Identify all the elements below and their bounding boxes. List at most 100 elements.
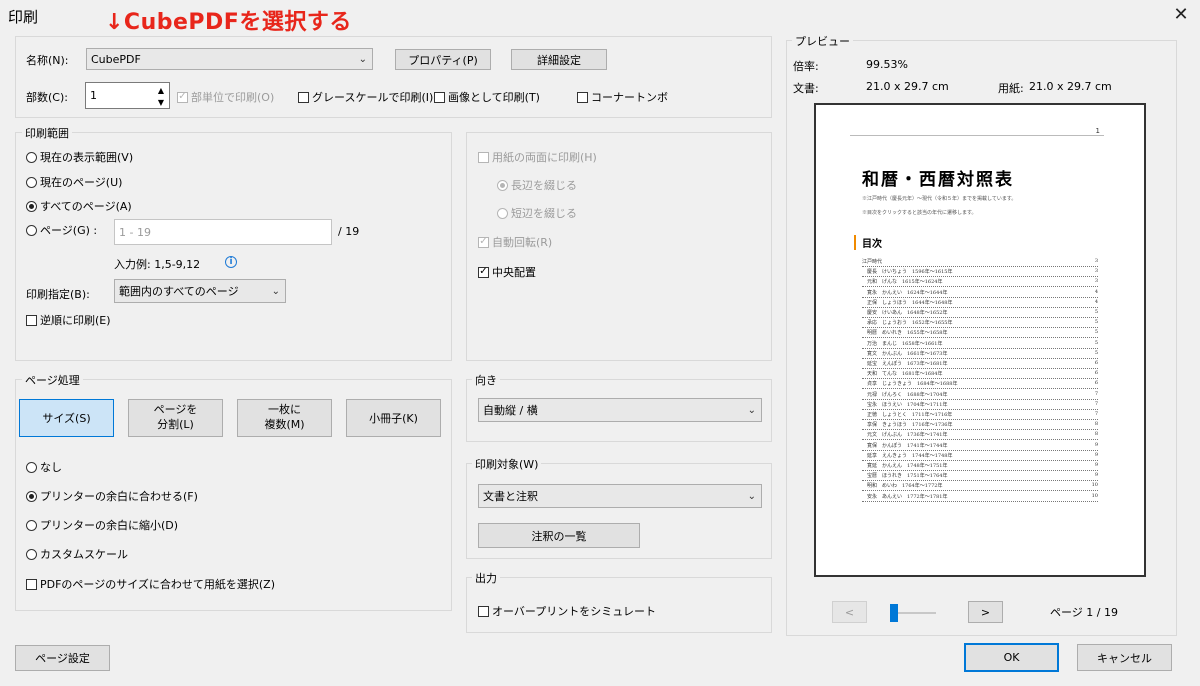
preview-toc-line: 慶安 けいあん 1648年～1652年 5 xyxy=(862,309,1098,318)
copies-stepper[interactable]: ▲ ▼ xyxy=(153,84,169,108)
printer-select[interactable]: CubePDF ⌄ xyxy=(86,48,373,70)
preview-toc-line: 万治 まんじ 1658年～1661年 5 xyxy=(862,340,1098,349)
preview-toc-page: 8 xyxy=(1094,431,1098,438)
preview-toc-page: 5 xyxy=(1094,309,1098,315)
reverse-label: 逆順に印刷(E) xyxy=(40,314,111,327)
simulate-overprint-checkbox[interactable]: オーバープリントをシミュレート xyxy=(478,603,656,619)
ok-button[interactable]: OK xyxy=(964,643,1059,672)
center-label: 中央配置 xyxy=(492,266,536,279)
pages-total: / 19 xyxy=(338,225,360,238)
range-current-page-radio[interactable]: 現在のページ(U) xyxy=(26,174,122,190)
preview-toc-text: 承応 じょうおう 1652年～1655年 xyxy=(862,320,953,327)
preview-toc-text: 明和 めいわ 1764年～1772年 xyxy=(862,483,943,490)
window-title: 印刷 xyxy=(8,8,39,26)
preview-toc-line: 承応 じょうおう 1652年～1655年 5 xyxy=(862,319,1098,329)
preview-toc-line: 延宝 えんぽう 1673年～1681年 6 xyxy=(862,360,1098,369)
collate-checkbox[interactable]: ✓ 部単位で印刷(O) xyxy=(177,89,274,105)
chevron-down-icon: ⌄ xyxy=(747,491,756,502)
preview-legend: プレビュー xyxy=(792,33,853,49)
preview-toc-page: 9 xyxy=(1094,441,1098,448)
prev-page-button[interactable]: < xyxy=(832,601,867,623)
as-image-checkbox[interactable]: 画像として印刷(T) xyxy=(434,89,540,105)
preview-toc-page: 8 xyxy=(1094,421,1098,428)
orientation-select[interactable]: 自動縦 / 横 ⌄ xyxy=(478,398,762,422)
preview-toc-text: 寛延 かんえん 1748年～1751年 xyxy=(862,463,948,469)
long-edge-radio[interactable]: 長辺を綴じる xyxy=(497,177,577,193)
grayscale-checkbox[interactable]: グレースケールで印刷(I) xyxy=(298,89,433,105)
scale-custom-radio[interactable]: カスタムスケール xyxy=(26,546,128,562)
info-icon[interactable]: i xyxy=(225,256,237,268)
preview-toc-page: 5 xyxy=(1094,329,1098,336)
pages-example: 入力例: 1,5-9,12 xyxy=(114,258,201,271)
preview-toc-page: 7 xyxy=(1094,400,1098,407)
document-size-label: 文書: xyxy=(793,82,819,95)
preview-toc-text: 享保 きょうほう 1716年～1736年 xyxy=(862,422,953,429)
preview-toc-page: 7 xyxy=(1094,390,1098,397)
document-size-value: 21.0 x 29.7 cm xyxy=(866,80,949,93)
page-setup-button[interactable]: ページ設定 xyxy=(15,645,110,671)
preview-toc-page: 3 xyxy=(1094,278,1098,285)
preview-toc-text: 慶安 けいあん 1648年～1652年 xyxy=(862,310,948,316)
reverse-checkbox[interactable]: 逆順に印刷(E) xyxy=(26,312,111,328)
scale-fit-label: プリンターの余白に合わせる(F) xyxy=(40,490,198,503)
booklet-button[interactable]: 小冊子(K) xyxy=(346,399,441,437)
range-current-view-radio[interactable]: 現在の表示範囲(V) xyxy=(26,149,133,165)
size-button[interactable]: サイズ(S) xyxy=(19,399,114,437)
both-sides-checkbox[interactable]: 用紙の両面に印刷(H) xyxy=(478,149,597,165)
scale-none-radio[interactable]: なし xyxy=(26,459,62,475)
preview-page: 1 和暦・西暦対照表 ※江戸時代（慶長元年）～現代（令和５年）までを掲載していま… xyxy=(814,103,1146,577)
print-content-value: 文書と注釈 xyxy=(483,490,538,503)
stepper-down-icon[interactable]: ▼ xyxy=(153,96,169,108)
preview-toc-page: 5 xyxy=(1094,339,1098,346)
range-current-page-label: 現在のページ(U) xyxy=(40,176,123,189)
choose-paper-checkbox[interactable]: PDFのページのサイズに合わせて用紙を選択(Z) xyxy=(26,576,275,592)
printer-name-label: 名称(N): xyxy=(26,54,69,67)
zoom-label: 倍率: xyxy=(793,60,819,73)
properties-button[interactable]: プロパティ(P) xyxy=(395,49,491,70)
preview-toc-line: 明和 めいわ 1764年～1772年 10 xyxy=(862,482,1098,492)
next-page-button[interactable]: > xyxy=(968,601,1003,623)
auto-rotate-checkbox[interactable]: ✓ 自動回転(R) xyxy=(478,234,552,250)
advanced-button[interactable]: 詳細設定 xyxy=(511,49,607,70)
page-handling-legend: ページ処理 xyxy=(22,372,83,388)
preview-toc-page: 9 xyxy=(1094,472,1098,479)
multiple-button[interactable]: 一枚に 複数(M) xyxy=(237,399,332,437)
print-content-legend: 印刷対象(W) xyxy=(472,456,542,472)
preview-toc-text: 正保 しょうほう 1644年～1648年 xyxy=(862,299,953,306)
page-slider-thumb[interactable] xyxy=(890,604,898,622)
corner-marks-checkbox[interactable]: コーナートンボ xyxy=(577,89,668,105)
as-image-label: 画像として印刷(T) xyxy=(448,91,540,104)
preview-toc-line: 延享 えんきょう 1744年～1748年 9 xyxy=(862,452,1098,461)
scale-none-label: なし xyxy=(40,461,62,474)
output-legend: 出力 xyxy=(472,570,500,586)
scale-fit-radio[interactable]: プリンターの余白に合わせる(F) xyxy=(26,488,198,504)
summarize-comments-button[interactable]: 注釈の一覧 xyxy=(478,523,640,548)
center-checkbox[interactable]: ✓ 中央配置 xyxy=(478,264,536,280)
multiple-button-line2: 複数(M) xyxy=(264,418,305,431)
preview-toc-line: 貞享 じょうきょう 1684年～1688年 6 xyxy=(862,380,1098,390)
scale-shrink-radio[interactable]: プリンターの余白に縮小(D) xyxy=(26,517,178,533)
preview-toc-line: 享保 きょうほう 1716年～1736年 8 xyxy=(862,421,1098,431)
preview-toc-page: 9 xyxy=(1094,462,1098,468)
subset-select[interactable]: 範囲内のすべてのページ ⌄ xyxy=(114,279,286,303)
chevron-down-icon: ⌄ xyxy=(747,405,756,416)
short-edge-radio[interactable]: 短辺を綴じる xyxy=(497,205,577,221)
preview-toc-title: 目次 xyxy=(854,235,882,250)
preview-toc-line: 天和 てんな 1681年～1684年 6 xyxy=(862,370,1098,380)
preview-toc-text: 正徳 しょうとく 1711年～1716年 xyxy=(862,412,953,418)
preview-toc-text: 延宝 えんぽう 1673年～1681年 xyxy=(862,361,948,367)
preview-toc-page: 6 xyxy=(1094,370,1098,377)
close-icon[interactable]: ✕ xyxy=(1170,4,1192,25)
stepper-up-icon[interactable]: ▲ xyxy=(153,84,169,96)
pages-input[interactable]: 1 - 19 xyxy=(114,219,332,245)
grayscale-label: グレースケールで印刷(I) xyxy=(312,91,434,104)
preview-toc-line: 寛延 かんえん 1748年～1751年 9 xyxy=(862,462,1098,471)
print-content-select[interactable]: 文書と注釈 ⌄ xyxy=(478,484,762,508)
range-all-pages-radio[interactable]: すべてのページ(A) xyxy=(26,198,132,214)
cancel-button[interactable]: キャンセル xyxy=(1077,644,1172,671)
preview-toc-text: 明暦 めいれき 1655年～1658年 xyxy=(862,330,948,337)
range-pages-radio[interactable]: ページ(G) : xyxy=(26,222,97,238)
split-button[interactable]: ページを 分割(L) xyxy=(128,399,223,437)
preview-toc-page: 5 xyxy=(1094,349,1098,356)
preview-toc-line: 慶長 けいちょう 1596年～1615年 3 xyxy=(862,268,1098,278)
